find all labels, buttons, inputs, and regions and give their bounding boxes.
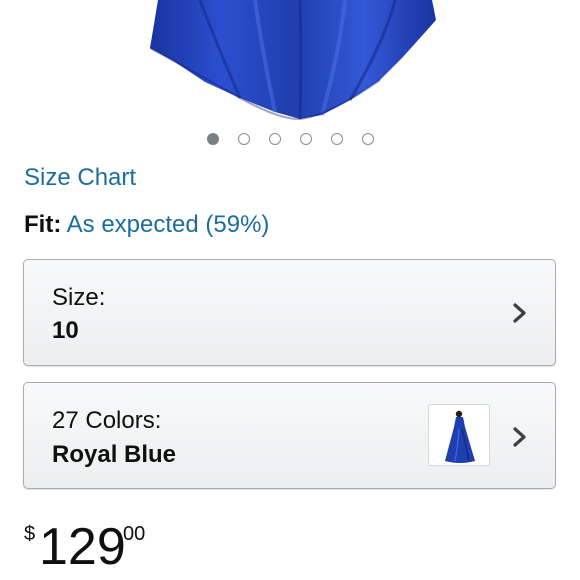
fit-value-link[interactable]: As expected (59%) <box>67 211 270 238</box>
chevron-right-icon <box>513 427 526 447</box>
price-currency-symbol: $ <box>24 523 36 545</box>
colors-count-label: 27 Colors: <box>52 407 162 434</box>
size-chart-link[interactable]: Size Chart <box>24 164 136 192</box>
carousel-dot[interactable] <box>362 133 374 145</box>
price-whole: 129 <box>39 518 126 576</box>
dress-thumbnail-image <box>445 410 475 463</box>
carousel-dot[interactable] <box>207 133 219 145</box>
carousel-dots[interactable] <box>0 133 580 149</box>
color-swatch-thumbnail <box>428 404 490 466</box>
product-image[interactable] <box>0 0 580 125</box>
carousel-dot[interactable] <box>331 133 343 145</box>
carousel-dot[interactable] <box>269 133 281 145</box>
size-label: Size: <box>52 284 106 311</box>
fit-label: Fit: <box>24 211 62 238</box>
color-value: Royal Blue <box>52 441 177 468</box>
price-fraction: 00 <box>123 523 146 545</box>
color-selector-button[interactable]: 27 Colors: Royal Blue <box>23 382 556 489</box>
fit-info: Fit: As expected (59%) <box>24 211 269 239</box>
carousel-dot[interactable] <box>300 133 312 145</box>
chevron-right-icon <box>513 303 526 323</box>
size-value: 10 <box>52 317 79 344</box>
carousel-dot[interactable] <box>238 133 250 145</box>
dress-skirt-image <box>149 0 436 121</box>
size-selector-button[interactable]: Size: 10 <box>23 259 556 366</box>
